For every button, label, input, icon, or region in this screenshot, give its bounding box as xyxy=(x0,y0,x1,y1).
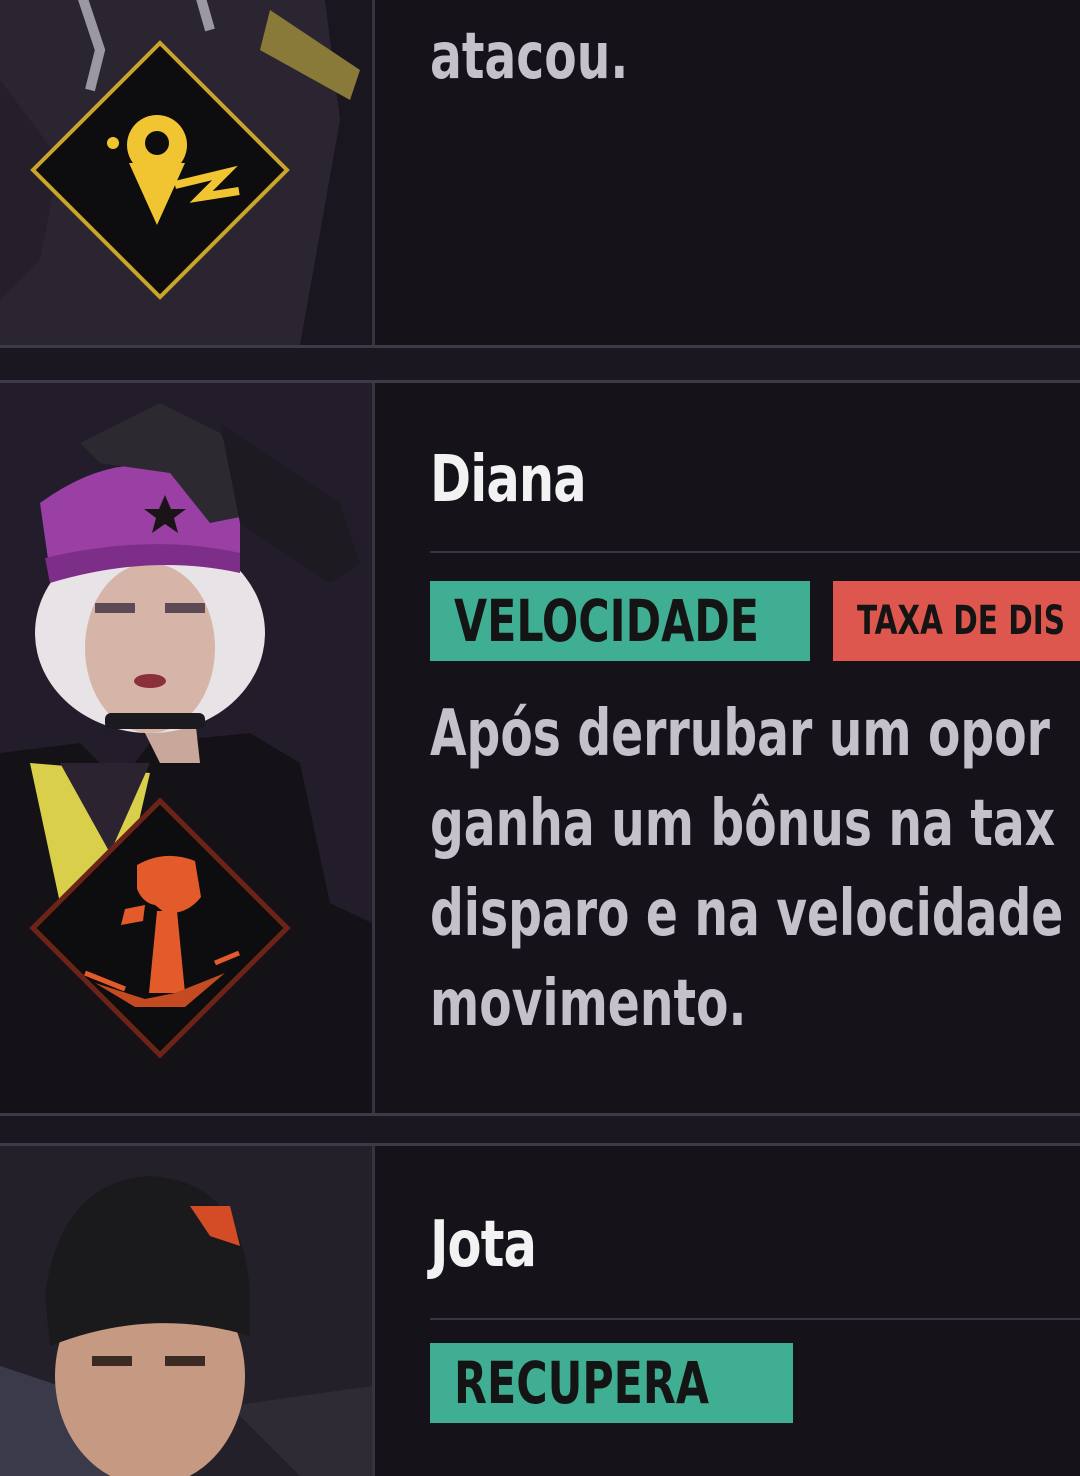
character-card-jota[interactable]: Jota RECUPERA xyxy=(0,1143,1080,1476)
description-line: atacou. xyxy=(430,20,629,94)
character-name: Diana xyxy=(430,443,587,517)
description-line: ganha um bônus na tax xyxy=(430,787,1056,861)
character-description: Após derrubar um opor ganha um bônus na … xyxy=(430,689,1080,1049)
character-portrait-1 xyxy=(0,0,375,345)
location-pin-lightning-icon xyxy=(30,40,290,300)
jota-figure xyxy=(0,1146,372,1476)
character-card-1[interactable]: atacou. xyxy=(0,0,1080,348)
description-line: Após derrubar um opor xyxy=(430,697,1050,771)
character-portrait-diana xyxy=(0,383,375,1113)
character-card-diana[interactable]: Diana VELOCIDADE TAXA DE DIS Após derrub… xyxy=(0,380,1080,1116)
character-name: Jota xyxy=(430,1208,537,1282)
tag-velocidade: VELOCIDADE xyxy=(430,581,810,661)
raised-fist-icon xyxy=(29,797,291,1059)
divider xyxy=(430,1318,1080,1320)
tag-taxa-de-disparo: TAXA DE DIS xyxy=(833,581,1080,661)
description-line: disparo e na velocidade xyxy=(430,877,1064,951)
character-portrait-jota xyxy=(0,1146,375,1476)
divider xyxy=(430,551,1080,553)
card-1-description: atacou. xyxy=(430,12,672,102)
tag-recupera: RECUPERA xyxy=(430,1343,793,1423)
description-line: movimento. xyxy=(430,967,747,1041)
